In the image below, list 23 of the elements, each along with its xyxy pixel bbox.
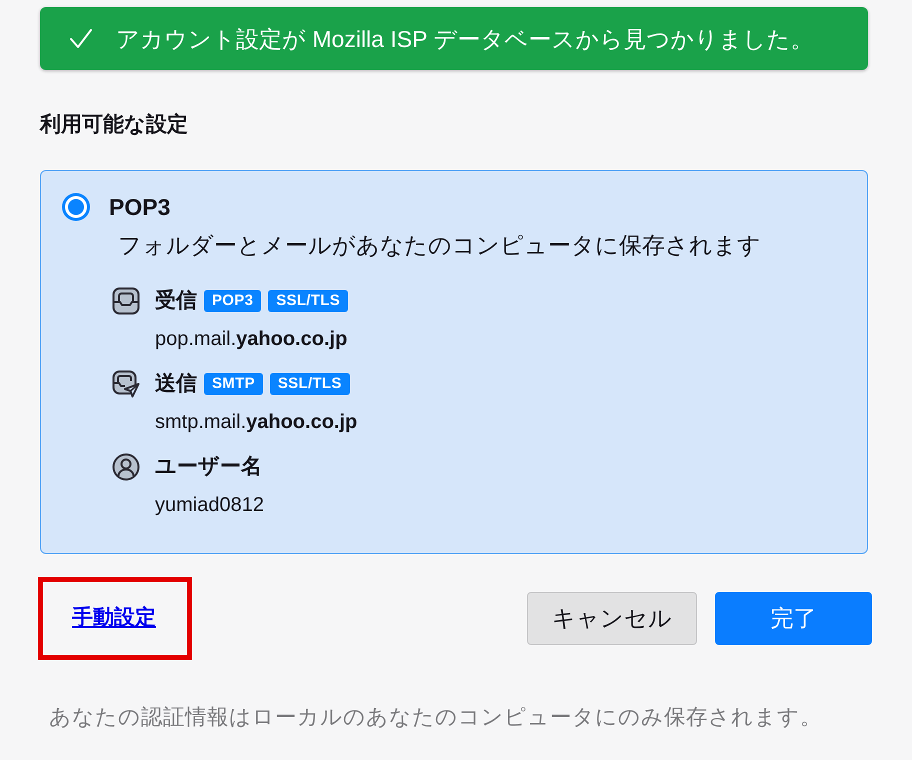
server-label: 受信 <box>155 288 197 314</box>
server-hostname: smtp.mail.yahoo.co.jp <box>155 410 358 435</box>
config-option-card[interactable]: POP3 フォルダーとメールがあなたのコンピュータに保存されます 受信 POP3 SSL/TLS pop.mail.yahoo.co.jp 送信 SMTP SSL/TLS smtp.mail.yahoo.co.jp ユーザー名 yumiad0812 <box>40 170 868 554</box>
protocol-tag: POP3 <box>204 290 262 312</box>
done-button[interactable]: 完了 <box>715 592 872 645</box>
radio-button[interactable] <box>61 192 91 222</box>
user-circle-icon <box>112 453 140 481</box>
protocol-tag: SSL/TLS <box>268 290 348 312</box>
server-label: 送信 <box>155 371 197 397</box>
config-description: フォルダーとメールがあなたのコンピュータに保存されます <box>118 231 762 260</box>
banner-message: アカウント設定が Mozilla ISP データベースから見つかりました。 <box>116 24 814 54</box>
server-hostname: pop.mail.yahoo.co.jp <box>155 327 348 352</box>
privacy-note: あなたの認証情報はローカルのあなたのコンピュータにのみ保存されます。 <box>48 704 823 731</box>
section-heading: 利用可能な設定 <box>40 112 189 138</box>
field-label: ユーザー名 <box>155 454 262 480</box>
username-value: yumiad0812 <box>155 493 265 518</box>
cancel-button[interactable]: キャンセル <box>527 592 697 645</box>
protocol-tag: SSL/TLS <box>270 373 350 395</box>
inbox-tray-icon <box>112 287 140 315</box>
check-icon <box>70 28 92 50</box>
manual-setup-link[interactable]: 手動設定 <box>72 605 156 631</box>
config-name: POP3 <box>109 193 170 222</box>
protocol-tag: SMTP <box>204 373 263 395</box>
